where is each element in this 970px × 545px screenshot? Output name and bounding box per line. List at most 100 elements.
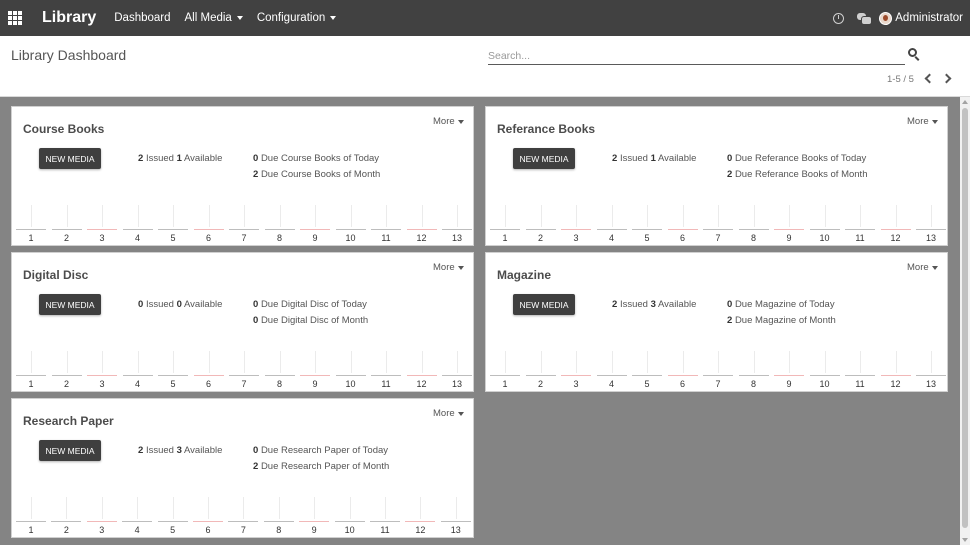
chart-tick: 13 (916, 203, 946, 243)
nav-item-label: Dashboard (114, 12, 171, 24)
due-today-stat[interactable]: 0 Due Magazine of Today (727, 299, 835, 310)
chart-baseline (845, 375, 875, 376)
due-month-stat[interactable]: 2 Due Referance Books of Month (727, 169, 867, 180)
new-media-button[interactable]: NEW MEDIA (39, 440, 101, 461)
chart-baseline (667, 375, 698, 376)
chart-gridline (895, 351, 897, 373)
chart-baseline (158, 375, 188, 376)
chart-baseline (442, 375, 472, 376)
chart-gridline (647, 205, 648, 227)
due-month-count: 2 (727, 169, 733, 180)
chart-tick-label: 3 (99, 379, 105, 389)
chart-tick: 8 (264, 203, 295, 243)
chart-tick-label: 10 (819, 379, 830, 389)
chart-tick: 12 (880, 203, 911, 243)
apps-menu-icon[interactable] (8, 11, 22, 25)
chart-baseline (300, 375, 330, 376)
caret-down-icon (330, 16, 337, 20)
chart-tick: 12 (406, 203, 437, 243)
chart-tick: 11 (370, 495, 400, 535)
chart-tick: 12 (405, 495, 436, 535)
scroll-thumb[interactable] (962, 108, 968, 528)
activity-clock-icon[interactable] (833, 12, 845, 24)
chart-tick-label: 4 (608, 379, 614, 389)
pager-next-icon[interactable] (941, 73, 952, 84)
due-month-stat[interactable]: 2 Due Research Paper of Month (253, 461, 389, 472)
issued-count: 0 (138, 299, 144, 310)
chart-baseline (561, 229, 591, 230)
more-dropdown[interactable]: More (433, 262, 464, 273)
chart-tick: 2 (525, 203, 556, 243)
new-media-button[interactable]: NEW MEDIA (513, 294, 575, 315)
chart-tick: 2 (51, 203, 82, 243)
more-dropdown[interactable]: More (907, 262, 938, 273)
chart-baseline (774, 375, 804, 376)
more-dropdown[interactable]: More (433, 408, 464, 419)
due-today-label: Due Referance Books of Today (734, 153, 867, 164)
due-month-label: Due Course Books of Month (260, 169, 381, 180)
user-menu[interactable]: Administrator (895, 12, 963, 24)
chart-tick: 6 (193, 495, 223, 535)
chart-tick-label: 12 (416, 233, 427, 243)
chart-tick: 10 (334, 495, 365, 535)
chart-tick-label: 1 (502, 233, 508, 243)
chart-gridline (350, 205, 352, 227)
chart-baseline (16, 229, 46, 230)
chart-tick-label: 7 (241, 379, 247, 389)
due-month-stat[interactable]: 0 Due Digital Disc of Month (253, 315, 368, 326)
chart-tick-label: 3 (99, 233, 105, 243)
chart-tick: 4 (596, 203, 627, 243)
avatar[interactable] (879, 11, 893, 25)
chart-gridline (208, 351, 210, 373)
nav-item-configuration[interactable]: Configuration (257, 12, 337, 24)
chart-tick: 5 (158, 349, 188, 389)
due-today-count: 0 (727, 299, 733, 310)
chart-gridline (457, 351, 458, 373)
chart-tick-label: 4 (608, 233, 614, 243)
more-dropdown[interactable]: More (433, 116, 464, 127)
chart-gridline (824, 351, 826, 373)
chart-gridline (455, 497, 457, 519)
issued-available-stats: 2 Issued 1 Available (138, 153, 222, 164)
available-count: 0 (176, 299, 182, 310)
chart-gridline (895, 205, 897, 227)
nav-item-dashboard[interactable]: Dashboard (114, 12, 170, 24)
due-today-stat[interactable]: 0 Due Referance Books of Today (727, 153, 866, 164)
caret-down-icon (457, 411, 464, 416)
chart-tick-label: 1 (28, 379, 34, 389)
more-label: More (907, 116, 929, 127)
search-input[interactable] (488, 47, 905, 64)
messages-icon[interactable] (857, 12, 873, 25)
chart-gridline (243, 497, 245, 519)
due-today-count: 0 (253, 153, 259, 164)
scrollbar[interactable] (960, 97, 970, 545)
chart-gridline (540, 351, 542, 373)
search-icon[interactable] (908, 48, 917, 57)
issued-available-stats: 0 Issued 0 Available (138, 299, 222, 310)
chart-tick-label: 7 (715, 379, 721, 389)
caret-down-icon (236, 16, 243, 20)
more-label: More (433, 262, 455, 273)
chart-baseline (158, 229, 188, 230)
scroll-down-icon[interactable] (962, 538, 968, 542)
issued-label: Issued (145, 153, 174, 164)
pager-previous-icon[interactable] (924, 73, 935, 84)
new-media-button[interactable]: NEW MEDIA (39, 148, 101, 169)
pager-value[interactable]: 1-5 / 5 (887, 74, 914, 85)
new-media-button[interactable]: NEW MEDIA (513, 148, 575, 169)
chart-tick-label: 8 (750, 379, 756, 389)
chart-tick: 2 (525, 349, 556, 389)
due-month-stat[interactable]: 2 Due Course Books of Month (253, 169, 380, 180)
chart-tick-label: 12 (890, 233, 901, 243)
new-media-button[interactable]: NEW MEDIA (39, 294, 101, 315)
due-month-stat[interactable]: 2 Due Magazine of Month (727, 315, 836, 326)
due-today-stat[interactable]: 0 Due Research Paper of Today (253, 445, 388, 456)
chart-gridline (611, 205, 613, 227)
nav-item-all-media[interactable]: All Media (185, 12, 243, 24)
chart-baseline (122, 521, 153, 522)
chart-tick-label: 12 (890, 379, 901, 389)
due-today-stat[interactable]: 0 Due Digital Disc of Today (253, 299, 367, 310)
more-dropdown[interactable]: More (907, 116, 938, 127)
due-today-stat[interactable]: 0 Due Course Books of Today (253, 153, 379, 164)
scroll-up-icon[interactable] (962, 100, 968, 104)
